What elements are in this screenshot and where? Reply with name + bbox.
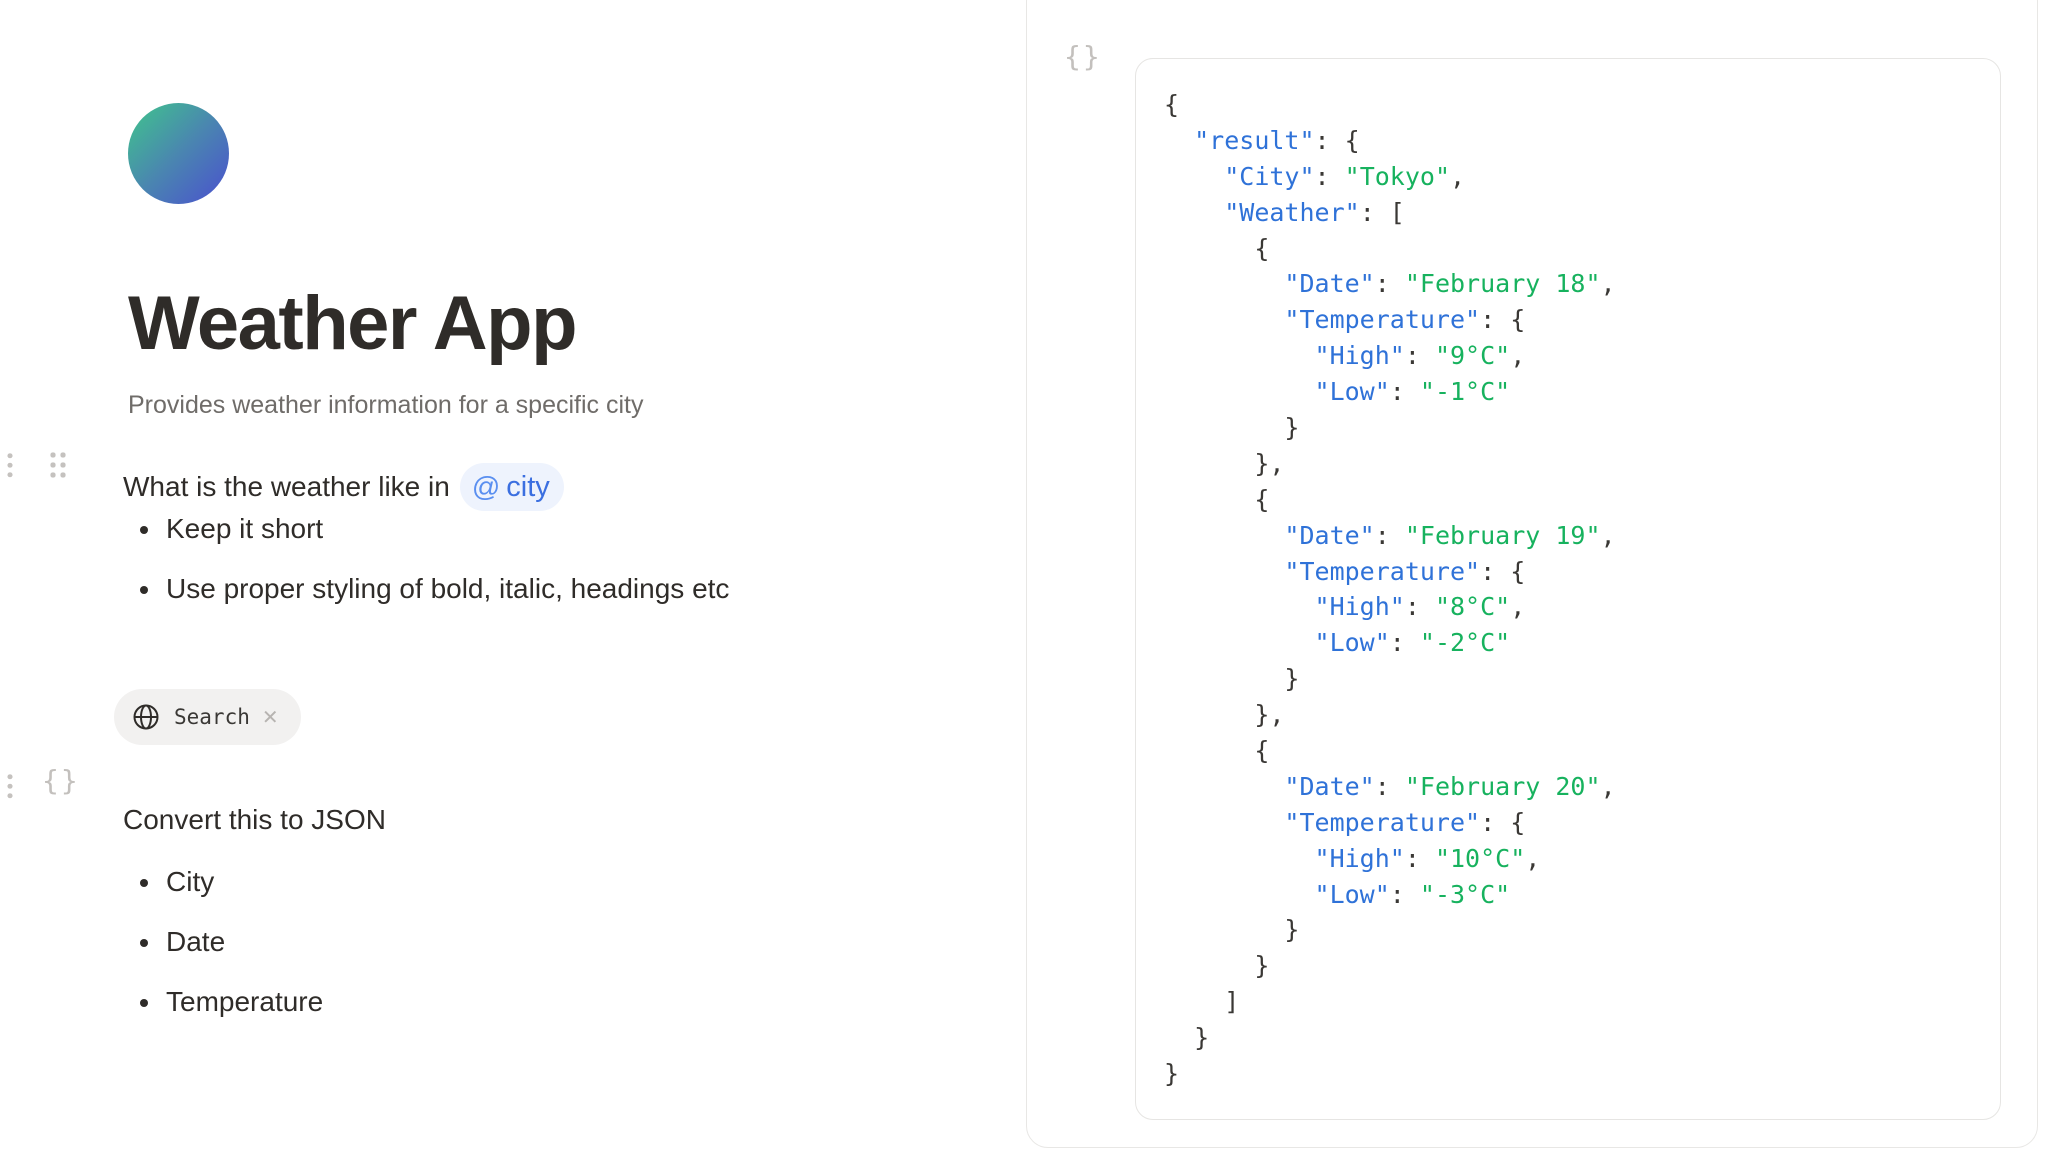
code-line: "High": "9°C",	[1314, 341, 1526, 371]
braces-icon: {}	[1064, 40, 1102, 73]
list-item[interactable]: Keep it short	[140, 509, 729, 569]
code-line: "Low": "-2°C"	[1314, 628, 1511, 658]
code-line: {	[1254, 484, 1270, 514]
code-line: "High": "8°C",	[1314, 592, 1526, 622]
prompt-text: What is the weather like in	[123, 471, 450, 502]
list-item[interactable]: Date	[140, 922, 323, 982]
page-description[interactable]: Provides weather information for a speci…	[128, 391, 644, 420]
app-avatar[interactable]	[128, 103, 229, 204]
code-line: }	[1284, 413, 1300, 443]
list-item[interactable]: City	[140, 862, 323, 922]
code-line: {	[1164, 90, 1180, 119]
json-output[interactable]: { "result": { "City": "Tokyo", "Weather"…	[1135, 58, 2001, 1120]
code-line: }	[1284, 664, 1300, 694]
code-line: }	[1164, 1059, 1180, 1089]
prompt-block[interactable]: What is the weather like in @ city	[123, 462, 564, 512]
code-line: "Temperature": {	[1284, 305, 1526, 335]
at-icon: @	[471, 471, 501, 502]
code-line: "Low": "-3°C"	[1314, 879, 1511, 909]
code-line: {	[1254, 233, 1270, 263]
list-item[interactable]: Temperature	[140, 982, 323, 1042]
code-line: "City": "Tokyo",	[1224, 161, 1466, 191]
field-list: City Date Temperature	[140, 862, 323, 1042]
code-line: "Temperature": {	[1284, 556, 1526, 586]
json-block-text[interactable]: Convert this to JSON	[123, 800, 386, 840]
code-line: },	[1254, 448, 1285, 478]
list-item[interactable]: Use proper styling of bold, italic, head…	[140, 569, 729, 629]
code-line: "Weather": [	[1224, 197, 1405, 227]
code-line: "Low": "-1°C"	[1314, 377, 1511, 407]
grip-icon[interactable]	[48, 450, 68, 480]
variable-name: city	[506, 470, 550, 503]
code-line: "High": "10°C",	[1314, 843, 1541, 873]
code-line: "result": {	[1194, 125, 1360, 155]
code-line: {	[1254, 736, 1270, 766]
close-icon[interactable]: ✕	[262, 705, 279, 730]
instruction-list: Keep it short Use proper styling of bold…	[140, 509, 729, 629]
tool-label: Search	[174, 705, 250, 729]
globe-icon	[133, 704, 159, 730]
city-variable-chip[interactable]: @ city	[459, 463, 564, 511]
code-line: "Date": "February 19",	[1284, 520, 1616, 550]
code-line: "Temperature": {	[1284, 807, 1526, 837]
code-line: }	[1284, 915, 1300, 945]
code-line: }	[1194, 1023, 1210, 1053]
code-line: ]	[1224, 987, 1240, 1017]
braces-icon[interactable]: {}	[42, 764, 80, 797]
block-drag-handle[interactable]	[6, 772, 14, 800]
code-line: "Date": "February 20",	[1284, 771, 1616, 801]
search-tool-chip[interactable]: Search ✕	[114, 689, 301, 745]
block-drag-handle[interactable]	[6, 451, 14, 479]
code-line: "Date": "February 18",	[1284, 269, 1616, 299]
code-line: },	[1254, 700, 1285, 730]
editor-pane: Weather App Provides weather information…	[0, 0, 1030, 1164]
page-title[interactable]: Weather App	[128, 280, 578, 367]
code-line: }	[1254, 951, 1270, 981]
